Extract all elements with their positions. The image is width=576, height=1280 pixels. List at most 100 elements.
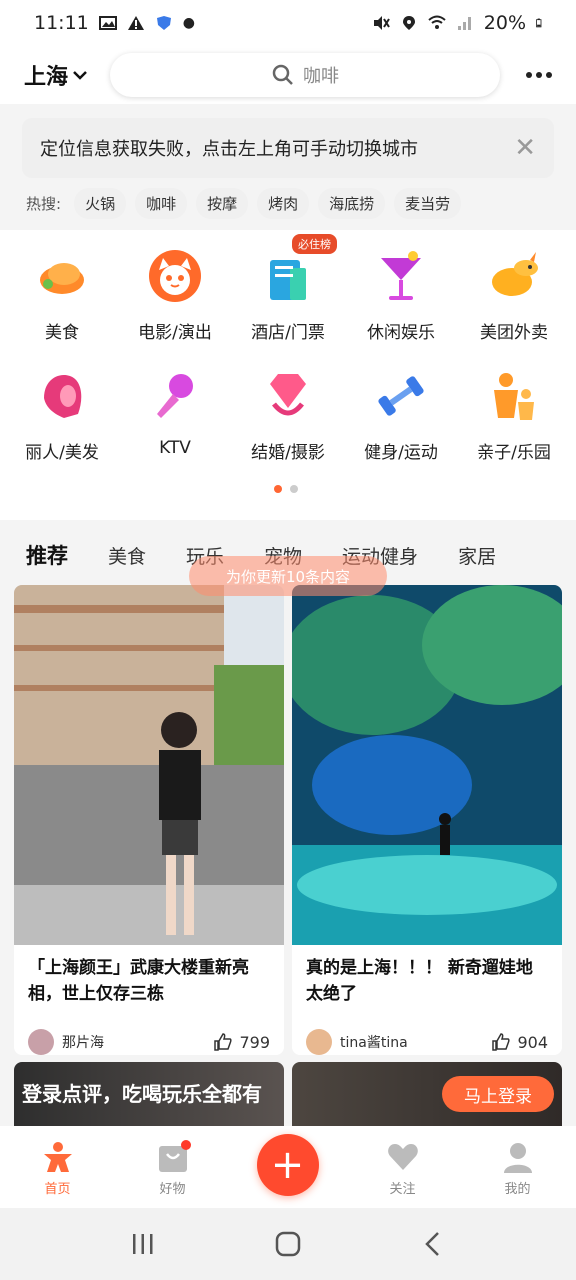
feed-card-image <box>14 585 284 945</box>
home-figure-icon <box>41 1140 75 1174</box>
city-selector[interactable]: 上海 <box>24 59 110 91</box>
battery-icon <box>536 18 542 28</box>
thumbs-up-icon <box>214 1033 233 1051</box>
category-label: 结婚/摄影 <box>251 443 325 463</box>
nav-follow[interactable]: 关注 <box>345 1126 460 1208</box>
location-icon <box>402 16 415 30</box>
category-leisure[interactable]: 休闲娱乐 <box>345 248 457 343</box>
home-button-icon[interactable] <box>275 1231 301 1257</box>
page-indicator <box>274 485 298 493</box>
chevron-down-icon <box>73 71 87 80</box>
nav-mine[interactable]: 我的 <box>460 1126 575 1208</box>
feed-card-meta: 那片海 799 <box>14 1029 284 1055</box>
heart-icon <box>386 1140 420 1174</box>
category-movie[interactable]: 电影/演出 <box>119 248 231 343</box>
feed-card-title: 「上海颜王」武康大楼重新亮相，世上仅存三栋 <box>28 958 249 1004</box>
update-toast: 为你更新10条内容 <box>189 556 387 596</box>
back-icon[interactable] <box>420 1231 446 1257</box>
like-button[interactable]: 799 <box>213 1032 270 1052</box>
nav-goods[interactable]: 好物 <box>115 1126 230 1208</box>
diamond-icon <box>260 368 316 424</box>
feed-card-author: 那片海 <box>62 1035 104 1051</box>
category-grid: 美食 电影/演出 必住榜 酒店/门票 休闲娱乐 美团外卖 丽人/美发 KTV 结… <box>0 230 576 520</box>
search-icon <box>272 64 293 85</box>
hot-search-chip[interactable]: 海底捞 <box>318 187 386 219</box>
category-beauty[interactable]: 丽人/美发 <box>6 368 118 463</box>
hot-search-chip[interactable]: 火锅 <box>74 187 127 219</box>
category-wedding[interactable]: 结婚/摄影 <box>232 368 344 463</box>
login-banner[interactable]: 登录点评，吃喝玩乐全都有 马上登录 <box>14 1062 562 1126</box>
warning-icon <box>127 16 144 30</box>
category-hotel[interactable]: 必住榜 酒店/门票 <box>232 234 344 343</box>
feed-card-title: 真的是上海！！！ 新奇遛娃地太绝了 <box>306 958 533 1004</box>
bottom-nav: 首页 好物 + 关注 我的 <box>0 1126 576 1208</box>
tab-home[interactable]: 家居 <box>458 542 496 569</box>
nav-label: 好物 <box>159 1182 186 1197</box>
avatar <box>28 1029 54 1055</box>
ranking-badge: 必住榜 <box>292 234 337 254</box>
nav-label: 首页 <box>44 1182 71 1197</box>
category-family[interactable]: 亲子/乐园 <box>458 368 570 463</box>
tab-recommend[interactable]: 推荐 <box>26 540 68 574</box>
tab-food[interactable]: 美食 <box>108 542 146 569</box>
plus-icon[interactable]: + <box>256 1134 319 1196</box>
feed-card[interactable]: 真的是上海！！！ 新奇遛娃地太绝了 tina酱tina 904 <box>292 585 562 1055</box>
cat-face-icon <box>147 248 203 304</box>
hot-search-chip[interactable]: 烤肉 <box>257 187 310 219</box>
signal-icon <box>457 17 471 30</box>
hot-search-chip[interactable]: 按摩 <box>196 187 249 219</box>
microphone-icon <box>147 368 203 424</box>
location-notice[interactable]: 定位信息获取失败，点击左上角可手动切换城市 ✕ <box>22 118 554 178</box>
more-menu-button[interactable] <box>526 72 552 78</box>
feed-card-meta: tina酱tina 904 <box>292 1029 562 1055</box>
category-label: 电影/演出 <box>138 323 212 343</box>
login-button[interactable]: 马上登录 <box>442 1076 554 1112</box>
status-bar: 11:11 ● 20% <box>0 0 576 46</box>
like-count: 904 <box>517 1032 548 1052</box>
recent-apps-icon[interactable] <box>130 1231 156 1257</box>
like-count: 799 <box>239 1032 270 1052</box>
nav-create[interactable]: + <box>230 1126 345 1208</box>
dot-icon: ● <box>182 15 195 31</box>
category-delivery[interactable]: 美团外卖 <box>458 248 570 343</box>
hot-search-chip[interactable]: 咖啡 <box>135 187 188 219</box>
feed-card-image <box>292 585 562 945</box>
nav-label: 我的 <box>504 1182 531 1197</box>
shield-icon <box>156 16 171 30</box>
wifi-icon <box>428 15 446 29</box>
notice-text: 定位信息获取失败，点击左上角可手动切换城市 <box>40 139 418 160</box>
cocktail-icon <box>373 248 429 304</box>
more-dot <box>526 72 532 78</box>
family-icon <box>486 368 542 424</box>
category-fitness[interactable]: 健身/运动 <box>345 368 457 463</box>
category-label: 美食 <box>45 323 79 343</box>
category-food[interactable]: 美食 <box>6 248 118 343</box>
notification-dot <box>181 1140 191 1150</box>
category-ktv[interactable]: KTV <box>119 368 231 458</box>
close-icon[interactable]: ✕ <box>514 133 536 163</box>
category-label: 丽人/美发 <box>25 443 99 463</box>
hot-search-chip[interactable]: 麦当劳 <box>394 187 462 219</box>
page-dot <box>290 485 298 493</box>
login-banner-text: 登录点评，吃喝玩乐全都有 <box>22 1082 262 1106</box>
hot-search-label: 热搜: <box>26 194 62 213</box>
gallery-icon <box>98 16 117 30</box>
search-placeholder: 咖啡 <box>303 66 339 87</box>
more-dot <box>546 72 552 78</box>
page-dot-active <box>274 485 282 493</box>
category-label: 健身/运动 <box>364 443 438 463</box>
category-label: 美团外卖 <box>480 323 548 343</box>
city-label: 上海 <box>24 65 69 90</box>
search-bar[interactable]: 咖啡 <box>110 53 500 97</box>
more-dot <box>536 72 542 78</box>
avatar <box>306 1029 332 1055</box>
battery-text: 20% <box>483 12 526 34</box>
feed-card[interactable]: 「上海颜王」武康大楼重新亮相，世上仅存三栋 那片海 799 <box>14 585 284 1055</box>
category-label: 亲子/乐园 <box>477 443 551 463</box>
category-label: 休闲娱乐 <box>367 323 435 343</box>
like-button[interactable]: 904 <box>491 1032 548 1052</box>
nav-home[interactable]: 首页 <box>0 1126 115 1208</box>
hotel-building-icon: 必住榜 <box>260 234 337 304</box>
kangaroo-icon <box>486 248 542 304</box>
hair-icon <box>34 368 90 424</box>
